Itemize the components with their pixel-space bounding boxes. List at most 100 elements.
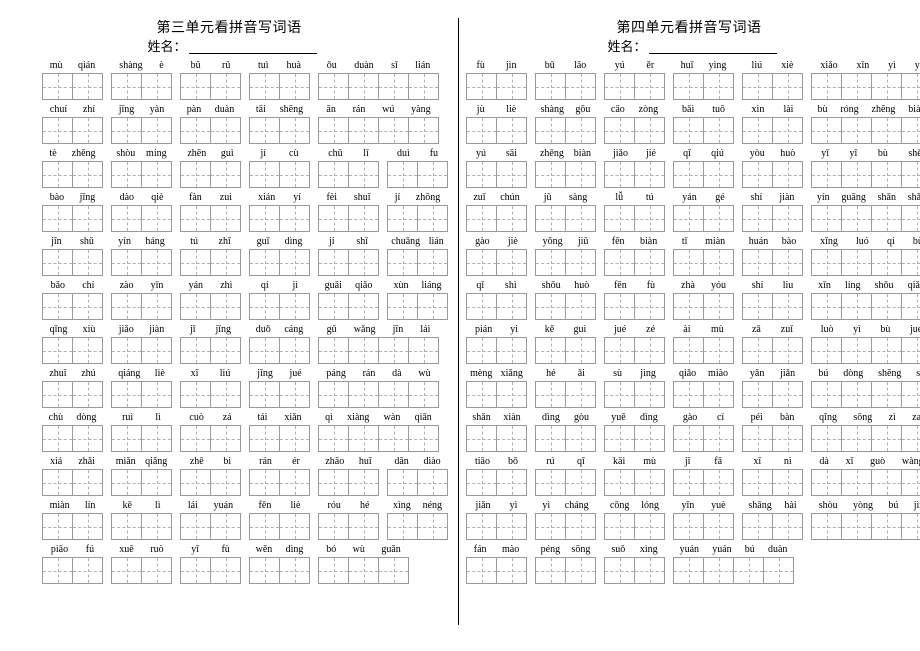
character-box[interactable]	[634, 469, 665, 496]
character-box[interactable]	[348, 249, 379, 276]
character-box[interactable]	[565, 293, 596, 320]
character-box[interactable]	[673, 249, 704, 276]
character-box[interactable]	[703, 469, 734, 496]
character-box[interactable]	[535, 161, 566, 188]
character-box[interactable]	[348, 73, 379, 100]
character-box[interactable]	[634, 117, 665, 144]
character-box[interactable]	[742, 249, 773, 276]
character-box[interactable]	[141, 249, 172, 276]
character-box[interactable]	[565, 513, 596, 540]
character-box[interactable]	[318, 293, 349, 320]
character-box[interactable]	[210, 557, 241, 584]
character-box[interactable]	[42, 425, 73, 452]
character-box[interactable]	[496, 469, 527, 496]
character-box[interactable]	[249, 425, 280, 452]
character-box[interactable]	[111, 205, 142, 232]
character-box[interactable]	[673, 513, 704, 540]
character-box[interactable]	[210, 117, 241, 144]
character-box[interactable]	[634, 557, 665, 584]
character-box[interactable]	[180, 513, 211, 540]
character-box[interactable]	[772, 117, 803, 144]
character-box[interactable]	[742, 337, 773, 364]
character-box[interactable]	[703, 249, 734, 276]
character-box[interactable]	[634, 73, 665, 100]
character-box[interactable]	[634, 249, 665, 276]
character-box[interactable]	[180, 425, 211, 452]
character-box[interactable]	[496, 381, 527, 408]
character-box[interactable]	[604, 513, 635, 540]
character-box[interactable]	[210, 337, 241, 364]
character-box[interactable]	[772, 293, 803, 320]
character-box[interactable]	[742, 161, 773, 188]
character-box[interactable]	[634, 513, 665, 540]
character-box[interactable]	[42, 381, 73, 408]
character-box[interactable]	[279, 513, 310, 540]
character-box[interactable]	[210, 425, 241, 452]
name-input-blank-left[interactable]	[188, 40, 317, 54]
character-box[interactable]	[72, 293, 103, 320]
character-box[interactable]	[871, 117, 902, 144]
character-box[interactable]	[348, 469, 379, 496]
character-box[interactable]	[42, 249, 73, 276]
character-box[interactable]	[318, 381, 349, 408]
character-box[interactable]	[210, 249, 241, 276]
character-box[interactable]	[72, 469, 103, 496]
character-box[interactable]	[535, 557, 566, 584]
character-box[interactable]	[348, 337, 379, 364]
character-box[interactable]	[111, 513, 142, 540]
character-box[interactable]	[634, 381, 665, 408]
character-box[interactable]	[535, 205, 566, 232]
character-box[interactable]	[565, 117, 596, 144]
character-box[interactable]	[408, 337, 439, 364]
character-box[interactable]	[496, 73, 527, 100]
character-box[interactable]	[318, 73, 349, 100]
character-box[interactable]	[604, 557, 635, 584]
character-box[interactable]	[378, 557, 409, 584]
character-box[interactable]	[634, 337, 665, 364]
character-box[interactable]	[180, 469, 211, 496]
character-box[interactable]	[111, 293, 142, 320]
character-box[interactable]	[72, 249, 103, 276]
character-box[interactable]	[141, 425, 172, 452]
name-input-blank-right[interactable]	[648, 40, 777, 54]
character-box[interactable]	[772, 161, 803, 188]
character-box[interactable]	[733, 557, 764, 584]
character-box[interactable]	[841, 161, 872, 188]
character-box[interactable]	[408, 425, 439, 452]
character-box[interactable]	[466, 205, 497, 232]
character-box[interactable]	[210, 205, 241, 232]
character-box[interactable]	[673, 469, 704, 496]
character-box[interactable]	[742, 293, 773, 320]
character-box[interactable]	[673, 161, 704, 188]
character-box[interactable]	[742, 73, 773, 100]
character-box[interactable]	[72, 425, 103, 452]
character-box[interactable]	[279, 381, 310, 408]
character-box[interactable]	[318, 161, 349, 188]
character-box[interactable]	[535, 425, 566, 452]
character-box[interactable]	[466, 513, 497, 540]
character-box[interactable]	[318, 513, 349, 540]
character-box[interactable]	[901, 161, 920, 188]
character-box[interactable]	[811, 205, 842, 232]
character-box[interactable]	[742, 205, 773, 232]
character-box[interactable]	[565, 205, 596, 232]
character-box[interactable]	[565, 161, 596, 188]
character-box[interactable]	[901, 249, 920, 276]
character-box[interactable]	[496, 249, 527, 276]
character-box[interactable]	[634, 425, 665, 452]
character-box[interactable]	[210, 161, 241, 188]
character-box[interactable]	[279, 293, 310, 320]
character-box[interactable]	[210, 513, 241, 540]
character-box[interactable]	[871, 425, 902, 452]
character-box[interactable]	[42, 117, 73, 144]
character-box[interactable]	[841, 513, 872, 540]
character-box[interactable]	[565, 381, 596, 408]
character-box[interactable]	[811, 381, 842, 408]
character-box[interactable]	[772, 337, 803, 364]
character-box[interactable]	[496, 117, 527, 144]
character-box[interactable]	[378, 425, 409, 452]
character-box[interactable]	[42, 513, 73, 540]
character-box[interactable]	[378, 381, 409, 408]
character-box[interactable]	[673, 205, 704, 232]
character-box[interactable]	[772, 73, 803, 100]
